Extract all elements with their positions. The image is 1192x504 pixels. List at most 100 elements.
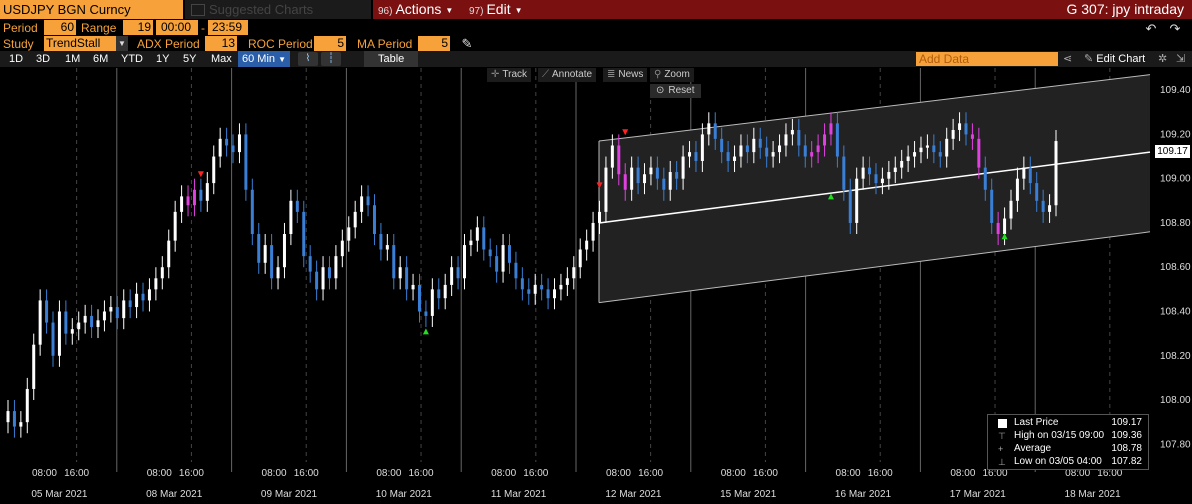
security-ticker-field[interactable]: USDJPY BGN Curncy bbox=[0, 0, 183, 19]
candle-body bbox=[861, 167, 865, 179]
share-icon[interactable]: ⋖ bbox=[1063, 51, 1072, 67]
candle-body bbox=[437, 289, 441, 299]
timeframe-bar: 1D 3D 1M 6M YTD 1Y 5Y Max 60 Min ▼ ⌇ ┆ T… bbox=[0, 51, 1192, 67]
high-marker-icon: ⊤ bbox=[998, 431, 1006, 441]
roc-field[interactable]: 5 bbox=[314, 36, 346, 51]
candle-body bbox=[115, 307, 119, 319]
candle-body bbox=[270, 245, 274, 279]
candle-body bbox=[405, 267, 409, 290]
candle-body bbox=[263, 245, 267, 263]
period-field[interactable]: 60 bbox=[44, 20, 76, 35]
forward-icon[interactable]: ↷ bbox=[1166, 21, 1184, 36]
candle-body bbox=[758, 138, 762, 148]
edit-chart-button[interactable]: ✎ Edit Chart bbox=[1084, 51, 1145, 67]
candle-body bbox=[25, 388, 29, 423]
tf-3d[interactable]: 3D bbox=[36, 51, 50, 67]
legend-last-price-value: 109.17 bbox=[1111, 417, 1142, 428]
edit-menu[interactable]: 97) Edit ▼ bbox=[469, 0, 523, 19]
candle-body bbox=[913, 152, 917, 157]
tf-max[interactable]: Max bbox=[211, 51, 232, 67]
candle-body bbox=[77, 322, 81, 330]
candle-body bbox=[958, 123, 962, 130]
candle-body bbox=[12, 411, 16, 427]
candle-body bbox=[1028, 167, 1032, 184]
candle-body bbox=[720, 138, 724, 153]
zoom-label: Zoom bbox=[664, 69, 690, 80]
candle-body bbox=[559, 284, 563, 290]
candle-body bbox=[739, 145, 743, 157]
tf-1m[interactable]: 1M bbox=[65, 51, 80, 67]
y-tick-label: 109.40 bbox=[1160, 85, 1191, 96]
candle-body bbox=[308, 256, 312, 272]
annotate-icon: ⟋ bbox=[542, 69, 549, 80]
table-button[interactable]: Table bbox=[364, 51, 419, 67]
news-button[interactable]: ≣ News bbox=[603, 68, 648, 82]
edit-label: Edit bbox=[486, 1, 511, 17]
range-field[interactable]: 19 bbox=[123, 20, 153, 35]
legend-average: + Average 108.78 bbox=[992, 443, 1146, 455]
candle-body bbox=[417, 284, 421, 312]
tf-5y[interactable]: 5Y bbox=[183, 51, 196, 67]
tf-6m[interactable]: 6M bbox=[93, 51, 108, 67]
edit-chart-label: Edit Chart bbox=[1096, 53, 1146, 65]
candle-body bbox=[643, 174, 647, 184]
export-icon[interactable]: ⇲ bbox=[1176, 51, 1185, 67]
time-from-field[interactable]: 00:00 bbox=[156, 20, 198, 35]
candle-body bbox=[585, 240, 589, 250]
candle-body bbox=[327, 267, 331, 279]
candle-body bbox=[771, 152, 775, 157]
tf-1d[interactable]: 1D bbox=[9, 51, 23, 67]
actions-menu[interactable]: 96) Actions ▼ bbox=[378, 0, 453, 19]
candle-body bbox=[154, 278, 158, 290]
candle-body bbox=[990, 189, 994, 223]
track-button[interactable]: ✛ Track bbox=[487, 68, 532, 82]
candle-body bbox=[649, 167, 653, 175]
chart-area[interactable]: 109.40 109.20 109.00 108.80 108.60 108.40 108.… bbox=[0, 68, 1192, 504]
legend-last-price-label: Last Price bbox=[1014, 417, 1059, 428]
time-to-field[interactable]: 23:59 bbox=[208, 20, 248, 35]
y-tick-label: 108.00 bbox=[1160, 395, 1191, 406]
candle-body bbox=[379, 234, 383, 250]
annotate-button[interactable]: ⟋ Annotate bbox=[538, 68, 597, 82]
suggested-charts-button[interactable]: Suggested Charts bbox=[185, 0, 371, 19]
legend-low-value: 107.82 bbox=[1111, 456, 1142, 467]
tf-60min[interactable]: 60 Min ▼ bbox=[238, 51, 291, 67]
average-marker-icon: + bbox=[998, 444, 1004, 454]
caret-down-icon: ▼ bbox=[278, 55, 287, 64]
legend: Last Price 109.17 ⊤ High on 03/15 09:00 109… bbox=[987, 414, 1149, 470]
candle-chart-icon[interactable]: ┆ bbox=[321, 52, 341, 66]
pencil-icon[interactable]: ✎ bbox=[458, 36, 476, 51]
candle-body bbox=[572, 267, 576, 279]
candle-body bbox=[340, 240, 344, 257]
candle-body bbox=[1009, 200, 1013, 219]
candle-body bbox=[1041, 200, 1045, 212]
news-icon: ≣ bbox=[607, 69, 616, 80]
range-label: Range bbox=[81, 21, 117, 35]
ma-field[interactable]: 5 bbox=[418, 36, 450, 51]
candle-body bbox=[752, 138, 756, 153]
settings-icon[interactable]: ✲ bbox=[1158, 51, 1167, 67]
adx-field[interactable]: 13 bbox=[205, 36, 237, 51]
x-day-label: 18 Mar 2021 bbox=[1065, 489, 1122, 500]
candle-body bbox=[778, 145, 782, 153]
roc-label: ROC Period bbox=[248, 37, 313, 51]
crosshair-icon: ✛ bbox=[491, 69, 500, 80]
tf-ytd[interactable]: YTD bbox=[121, 51, 143, 67]
study-dropdown-icon[interactable]: ▼ bbox=[116, 36, 128, 51]
back-icon[interactable]: ↶ bbox=[1142, 21, 1160, 36]
candle-body bbox=[456, 267, 460, 279]
add-data-input[interactable]: Add Data bbox=[916, 52, 1058, 66]
candle-body bbox=[482, 227, 486, 250]
reset-button[interactable]: ⊙ Reset bbox=[650, 84, 701, 98]
study-label: Study bbox=[3, 37, 34, 51]
line-chart-icon[interactable]: ⌇ bbox=[298, 52, 318, 66]
x-time-label: 08:00 bbox=[32, 468, 57, 479]
zoom-button[interactable]: ⚲ Zoom bbox=[650, 68, 694, 82]
candle-body bbox=[167, 240, 171, 268]
candle-body bbox=[527, 289, 531, 294]
study-field[interactable]: TrendStall bbox=[44, 36, 116, 51]
tf-1y[interactable]: 1Y bbox=[156, 51, 169, 67]
candle-body bbox=[1022, 167, 1026, 179]
candle-body bbox=[51, 322, 55, 356]
caret-down-icon: ▼ bbox=[514, 6, 523, 15]
